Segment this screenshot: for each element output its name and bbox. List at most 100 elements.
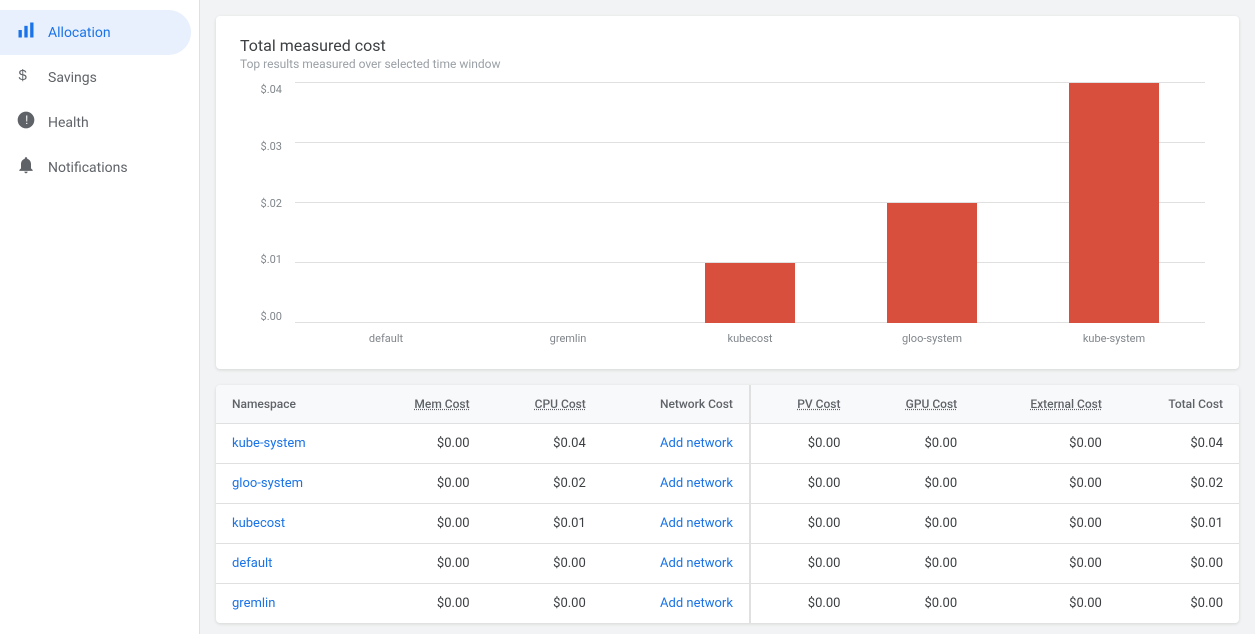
y-label-4: $.04 bbox=[240, 83, 290, 96]
cell-network[interactable]: Add network bbox=[602, 544, 750, 584]
bar-chart-icon bbox=[16, 20, 36, 45]
table-card: Namespace Mem Cost CPU Cost Network Cost… bbox=[216, 385, 1239, 623]
namespace-link[interactable]: kubecost bbox=[232, 516, 285, 531]
chart-title: Total measured cost bbox=[240, 36, 1215, 55]
cell-gpu: $0.00 bbox=[856, 504, 973, 544]
sidebar-item-savings[interactable]: $ Savings bbox=[0, 55, 191, 100]
cell-mem: $0.00 bbox=[364, 584, 486, 624]
bars-container: default gremlin kubecost gloo-system bbox=[295, 83, 1205, 323]
cell-namespace[interactable]: kube-system bbox=[216, 424, 364, 464]
cell-total: $0.00 bbox=[1118, 584, 1239, 624]
y-label-2: $.02 bbox=[240, 197, 290, 210]
cell-network[interactable]: Add network bbox=[602, 504, 750, 544]
col-gpu-cost: GPU Cost bbox=[856, 385, 973, 424]
bar-label-kube-system: kube-system bbox=[1083, 332, 1145, 345]
bar-kube-system bbox=[1069, 83, 1159, 323]
cell-external: $0.00 bbox=[973, 544, 1118, 584]
bar-gloo-system bbox=[887, 203, 977, 323]
col-namespace: Namespace bbox=[216, 385, 364, 424]
bar-label-kubecost: kubecost bbox=[728, 332, 773, 345]
alert-icon: ! bbox=[16, 110, 36, 135]
cell-external: $0.00 bbox=[973, 504, 1118, 544]
add-network-link[interactable]: Add network bbox=[660, 436, 733, 451]
cell-total: $0.02 bbox=[1118, 464, 1239, 504]
sidebar-item-notifications[interactable]: Notifications bbox=[0, 145, 191, 190]
cell-total: $0.04 bbox=[1118, 424, 1239, 464]
cell-external: $0.00 bbox=[973, 464, 1118, 504]
bar-group-default: default bbox=[295, 83, 477, 323]
cell-namespace[interactable]: kubecost bbox=[216, 504, 364, 544]
svg-text:$: $ bbox=[19, 67, 28, 84]
namespace-link[interactable]: gremlin bbox=[232, 596, 275, 611]
col-external-cost: External Cost bbox=[973, 385, 1118, 424]
cell-mem: $0.00 bbox=[364, 504, 486, 544]
bell-icon bbox=[16, 155, 36, 180]
cell-gpu: $0.00 bbox=[856, 544, 973, 584]
cell-pv: $0.00 bbox=[750, 424, 857, 464]
add-network-link[interactable]: Add network bbox=[660, 476, 733, 491]
table-row: gremlin $0.00 $0.00 Add network $0.00 $0… bbox=[216, 584, 1239, 624]
table-row: gloo-system $0.00 $0.02 Add network $0.0… bbox=[216, 464, 1239, 504]
namespace-link[interactable]: kube-system bbox=[232, 436, 306, 451]
cost-table: Namespace Mem Cost CPU Cost Network Cost… bbox=[216, 385, 1239, 623]
cell-gpu: $0.00 bbox=[856, 464, 973, 504]
table-row: default $0.00 $0.00 Add network $0.00 $0… bbox=[216, 544, 1239, 584]
cell-gpu: $0.00 bbox=[856, 584, 973, 624]
y-axis: $.00 $.01 $.02 $.03 $.04 bbox=[240, 83, 290, 323]
sidebar-item-notifications-label: Notifications bbox=[48, 160, 128, 176]
y-label-1: $.01 bbox=[240, 253, 290, 266]
cell-mem: $0.00 bbox=[364, 424, 486, 464]
cell-mem: $0.00 bbox=[364, 544, 486, 584]
cell-pv: $0.00 bbox=[750, 544, 857, 584]
cell-pv: $0.00 bbox=[750, 584, 857, 624]
cell-network[interactable]: Add network bbox=[602, 464, 750, 504]
add-network-link[interactable]: Add network bbox=[660, 556, 733, 571]
cell-network[interactable]: Add network bbox=[602, 424, 750, 464]
sidebar-item-allocation-label: Allocation bbox=[48, 25, 111, 41]
chart-area: $.00 $.01 $.02 $.03 $.04 bbox=[240, 83, 1215, 353]
cell-gpu: $0.00 bbox=[856, 424, 973, 464]
sidebar: Allocation $ Savings ! Health Notificati… bbox=[0, 0, 200, 634]
namespace-link[interactable]: default bbox=[232, 556, 272, 571]
namespace-link[interactable]: gloo-system bbox=[232, 476, 303, 491]
y-label-0: $.00 bbox=[240, 310, 290, 323]
sidebar-item-health[interactable]: ! Health bbox=[0, 100, 191, 145]
add-network-link[interactable]: Add network bbox=[660, 596, 733, 611]
chart-plot: default gremlin kubecost gloo-system bbox=[295, 83, 1205, 323]
bar-label-default: default bbox=[369, 332, 403, 345]
cell-external: $0.00 bbox=[973, 424, 1118, 464]
cell-cpu: $0.01 bbox=[486, 504, 602, 544]
sidebar-item-health-label: Health bbox=[48, 115, 89, 131]
cell-namespace[interactable]: default bbox=[216, 544, 364, 584]
col-mem-cost: Mem Cost bbox=[364, 385, 486, 424]
cell-pv: $0.00 bbox=[750, 464, 857, 504]
bar-kubecost bbox=[705, 263, 795, 323]
cell-external: $0.00 bbox=[973, 584, 1118, 624]
sidebar-item-allocation[interactable]: Allocation bbox=[0, 10, 191, 55]
bar-group-gloo-system: gloo-system bbox=[841, 83, 1023, 323]
table-header-row: Namespace Mem Cost CPU Cost Network Cost… bbox=[216, 385, 1239, 424]
cell-pv: $0.00 bbox=[750, 504, 857, 544]
cell-cpu: $0.04 bbox=[486, 424, 602, 464]
table-row: kubecost $0.00 $0.01 Add network $0.00 $… bbox=[216, 504, 1239, 544]
col-total-cost: Total Cost bbox=[1118, 385, 1239, 424]
table-row: kube-system $0.00 $0.04 Add network $0.0… bbox=[216, 424, 1239, 464]
bar-group-gremlin: gremlin bbox=[477, 83, 659, 323]
cell-network[interactable]: Add network bbox=[602, 584, 750, 624]
bar-label-gloo-system: gloo-system bbox=[902, 332, 962, 345]
chart-subtitle: Top results measured over selected time … bbox=[240, 57, 1215, 71]
y-label-3: $.03 bbox=[240, 140, 290, 153]
cell-cpu: $0.02 bbox=[486, 464, 602, 504]
col-cpu-cost: CPU Cost bbox=[486, 385, 602, 424]
bar-label-gremlin: gremlin bbox=[550, 332, 587, 345]
chart-card: Total measured cost Top results measured… bbox=[216, 16, 1239, 369]
bar-group-kube-system: kube-system bbox=[1023, 83, 1205, 323]
col-network-cost: Network Cost bbox=[602, 385, 750, 424]
cell-namespace[interactable]: gloo-system bbox=[216, 464, 364, 504]
cell-total: $0.01 bbox=[1118, 504, 1239, 544]
col-pv-cost: PV Cost bbox=[750, 385, 857, 424]
dollar-icon: $ bbox=[16, 65, 36, 90]
cell-namespace[interactable]: gremlin bbox=[216, 584, 364, 624]
add-network-link[interactable]: Add network bbox=[660, 516, 733, 531]
svg-text:!: ! bbox=[25, 114, 28, 127]
